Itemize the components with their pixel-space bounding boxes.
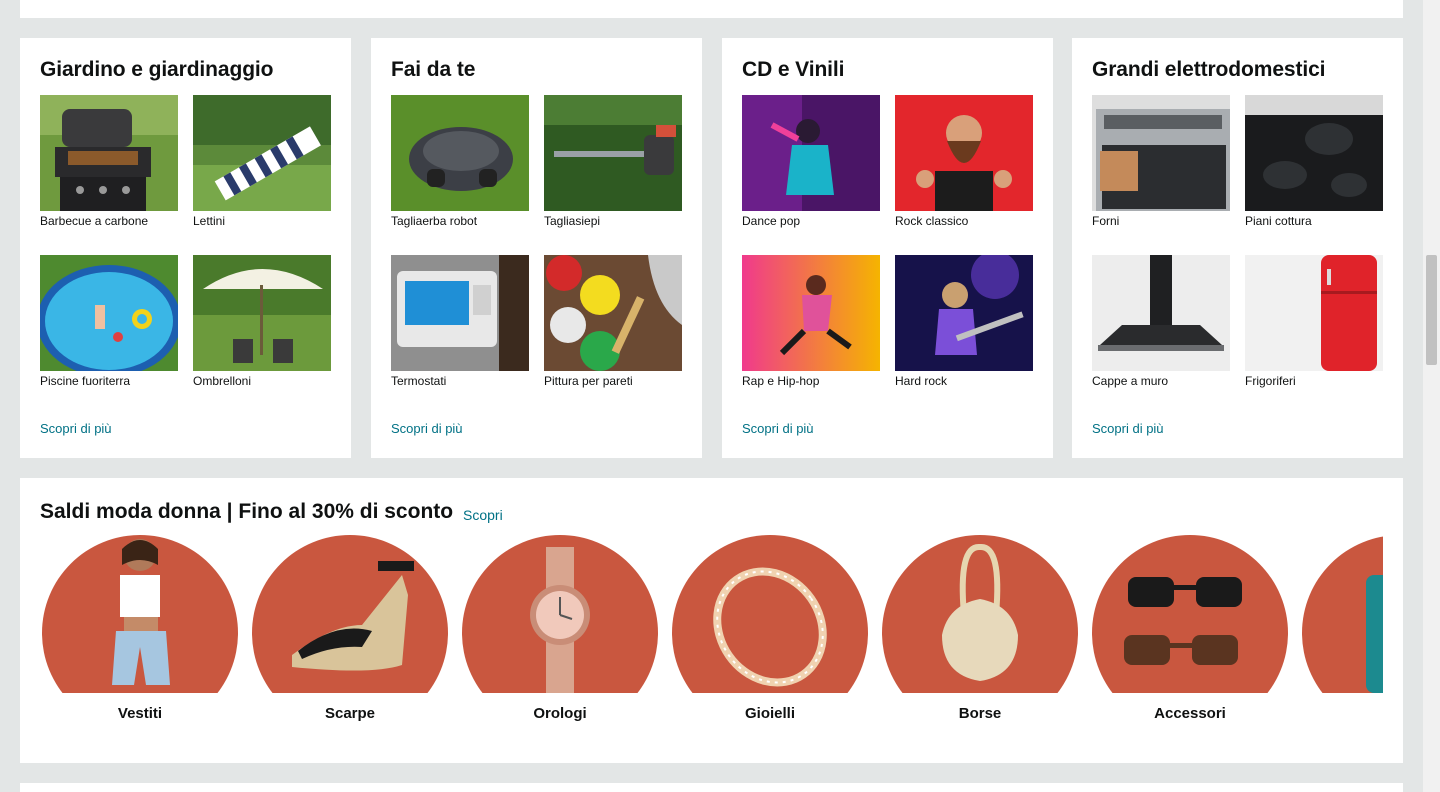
fashion-sale-section: Saldi moda donna | Fino al 30% di sconto…: [20, 478, 1403, 763]
card-title: Giardino e giardinaggio: [40, 58, 274, 81]
card-title: Fai da te: [391, 58, 476, 81]
dance-pop-photo: [742, 95, 880, 211]
tile-hard-rock[interactable]: Hard rock: [895, 255, 1033, 388]
rap-hiphop-photo: [742, 255, 880, 371]
luggage-icon: [1302, 535, 1383, 693]
discover-more-link[interactable]: Scopri di più: [40, 421, 112, 436]
tile-oven[interactable]: Forni: [1092, 95, 1230, 228]
category-card-garden: Giardino e giardinaggio Barbecue a carbo…: [20, 38, 351, 458]
tile-caption: Barbecue a carbone: [40, 214, 149, 228]
card-title: Grandi elettrodomestici: [1092, 58, 1326, 81]
category-clothing[interactable]: Vestiti: [42, 535, 238, 722]
hedge-trimmer-photo: [544, 95, 682, 211]
previous-section-card: [20, 0, 1403, 18]
tile-above-ground-pool[interactable]: Piscine fuoriterra: [40, 255, 178, 388]
tile-patio-umbrella[interactable]: Ombrelloni: [193, 255, 331, 388]
hard-rock-photo: [895, 255, 1033, 371]
wall-paint-photo: [544, 255, 682, 371]
category-label: Vestiti: [117, 705, 163, 722]
tile-range-hood[interactable]: Cappe a muro: [1092, 255, 1230, 388]
fashion-carousel: Saldi moda donna | Fino al 30% di sconto…: [20, 478, 1383, 763]
category-jewelry[interactable]: Gioielli: [672, 535, 868, 722]
tile-dance-pop[interactable]: Dance pop: [742, 95, 880, 228]
category-card-diy: Fai da te Tagliaerba robot Tagliasiepi T…: [371, 38, 702, 458]
tile-caption: Tagliaerba robot: [391, 214, 478, 228]
above-ground-pool-photo: [40, 255, 178, 371]
watch-icon: [462, 535, 658, 693]
sunglasses-icon: [1092, 535, 1288, 693]
tile-caption: Lettini: [193, 214, 226, 228]
tile-caption: Piscine fuoriterra: [40, 374, 131, 388]
tile-caption: Rock classico: [895, 214, 969, 228]
tile-caption: Tagliasiepi: [544, 214, 601, 228]
tile-caption: Frigoriferi: [1245, 374, 1296, 388]
tile-classic-rock[interactable]: Rock classico: [895, 95, 1033, 228]
tile-caption: Hard rock: [895, 374, 948, 388]
category-label: Gioielli: [744, 705, 795, 722]
scrollbar-thumb[interactable]: [1426, 255, 1437, 365]
tile-hedge-trimmer[interactable]: Tagliasiepi: [544, 95, 682, 228]
tile-caption: Rap e Hip-hop: [742, 374, 820, 388]
bracelet-icon: [672, 535, 868, 693]
shoe-icon: [252, 535, 448, 693]
category-label: Scarpe: [324, 705, 376, 722]
range-hood-photo: [1092, 255, 1230, 371]
classic-rock-photo: [895, 95, 1033, 211]
robot-mower-photo: [391, 95, 529, 211]
page-scrollbar[interactable]: [1423, 0, 1440, 792]
discover-more-link[interactable]: Scopri di più: [391, 421, 463, 436]
tile-sun-lounger[interactable]: Lettini: [193, 95, 331, 228]
tile-caption: Piani cottura: [1245, 214, 1312, 228]
thermostat-photo: [391, 255, 529, 371]
category-luggage[interactable]: B: [1302, 535, 1383, 722]
next-section-card: [20, 783, 1403, 792]
category-card-music: CD e Vinili Dance pop Rock classico Rap …: [722, 38, 1053, 458]
tile-robot-mower[interactable]: Tagliaerba robot: [391, 95, 529, 228]
category-watches[interactable]: Orologi: [462, 535, 658, 722]
category-shoes[interactable]: Scarpe: [252, 535, 448, 722]
discover-more-link[interactable]: Scopri di più: [742, 421, 814, 436]
tile-thermostat[interactable]: Termostati: [391, 255, 529, 388]
tile-fridge[interactable]: Frigoriferi: [1245, 255, 1383, 388]
tile-caption: Cappe a muro: [1092, 374, 1169, 388]
clothing-icon: [42, 535, 238, 693]
charcoal-bbq-photo: [40, 95, 178, 211]
cooktop-photo: [1245, 95, 1383, 211]
category-card-appliances: Grandi elettrodomestici Forni Piani cott…: [1072, 38, 1403, 458]
patio-umbrella-photo: [193, 255, 331, 371]
discover-link[interactable]: Scopri: [463, 507, 503, 523]
tile-caption: Forni: [1092, 214, 1120, 228]
tile-caption: Dance pop: [742, 214, 801, 228]
fridge-photo: [1245, 255, 1383, 371]
tile-charcoal-bbq[interactable]: Barbecue a carbone: [40, 95, 178, 228]
category-label: Orologi: [533, 705, 587, 722]
category-label: Accessori: [1154, 705, 1226, 722]
category-label: Borse: [958, 705, 1002, 722]
oven-photo: [1092, 95, 1230, 211]
tile-caption: Ombrelloni: [193, 374, 252, 388]
section-title: Saldi moda donna | Fino al 30% di sconto: [40, 500, 454, 523]
tile-caption: Termostati: [391, 374, 447, 388]
category-bags[interactable]: Borse: [882, 535, 1078, 722]
handbag-icon: [882, 535, 1078, 693]
tile-caption: Pittura per pareti: [544, 374, 633, 388]
tile-rap-hiphop[interactable]: Rap e Hip-hop: [742, 255, 880, 388]
category-accessories[interactable]: Accessori: [1092, 535, 1288, 722]
discover-more-link[interactable]: Scopri di più: [1092, 421, 1164, 436]
tile-wall-paint[interactable]: Pittura per pareti: [544, 255, 682, 388]
card-title: CD e Vinili: [742, 58, 845, 81]
sun-lounger-photo: [193, 95, 331, 211]
category-label: B: [1302, 705, 1383, 722]
tile-cooktop[interactable]: Piani cottura: [1245, 95, 1383, 228]
